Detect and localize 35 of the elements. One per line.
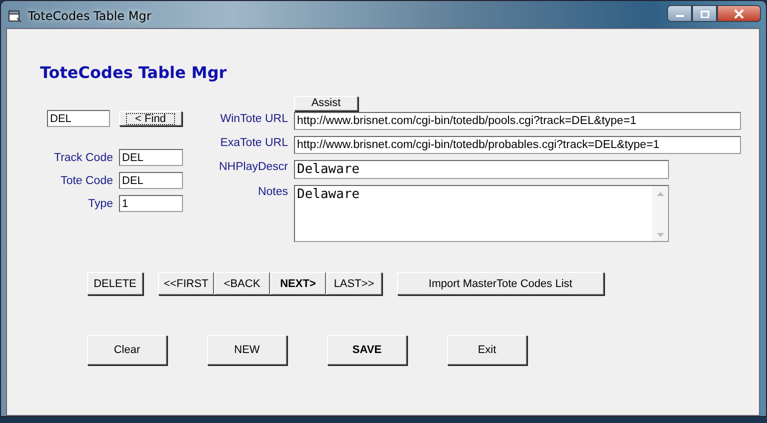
field-label: Notes [256,185,288,198]
text-field[interactable]: DEL [119,149,183,166]
field-label: ExaTote URL [219,136,288,149]
delete-button[interactable]: DELETE [87,272,143,295]
nav-button[interactable]: NEXT> [270,272,326,295]
find-button[interactable]: < Find [119,111,182,126]
url-field[interactable]: http://www.brisnet.com/cgi-bin/totedb/probables.cgi?track=DEL&type=1 [294,136,741,154]
form-heading: ToteCodes Table Mgr [40,63,228,82]
url-field[interactable]: http://www.brisnet.com/cgi-bin/totedb/pools.cgi?track=DEL&type=1 [294,112,741,130]
field-label: WinTote URL [219,112,288,125]
field-label: Tote Code [60,174,113,186]
text-field[interactable]: DEL [119,172,183,189]
minimize-button[interactable] [667,5,692,22]
nav-button[interactable]: <BACK [214,272,270,295]
close-icon [733,8,745,18]
assist-button[interactable]: Assist [294,96,358,110]
nav-button[interactable]: LAST>> [326,272,382,295]
field-label: Type [88,198,113,210]
nav-button[interactable]: <<FIRST [158,272,214,295]
action-button[interactable]: Clear [87,335,167,365]
text-field[interactable]: Delaware [294,160,669,179]
app-icon [8,9,22,23]
maximize-button[interactable] [692,5,717,22]
action-button[interactable]: Exit [447,335,527,365]
action-button[interactable]: SAVE [327,335,407,365]
action-button[interactable]: NEW [207,335,287,365]
import-button[interactable]: Import MasterTote Codes List [397,272,604,295]
find-field[interactable]: DEL [47,110,110,127]
maximize-icon [700,10,710,18]
field-label: NHPlayDescr [218,160,288,173]
notes-field[interactable]: Delaware [294,185,669,242]
field-label: Track Code [54,152,113,164]
close-button[interactable] [717,5,761,22]
text-field[interactable]: 1 [119,195,183,212]
window-title: ToteCodes Table Mgr [28,9,152,23]
